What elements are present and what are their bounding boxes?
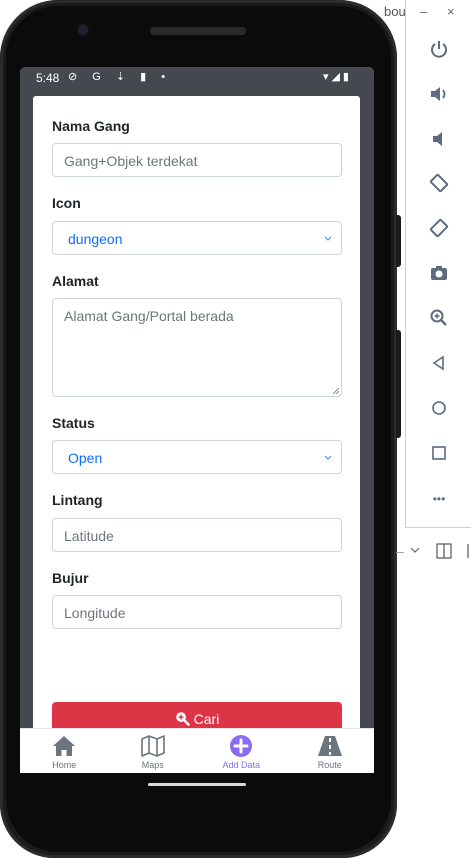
status-bar: 5:48 ⊘ G ⇣ ▮ • ▾◢▮ [20,67,374,88]
device-screen: 5:48 ⊘ G ⇣ ▮ • ▾◢▮ Nama Gang Gang+Objek … [20,67,374,773]
status-select-value: Open [68,450,103,466]
home-indicator[interactable] [148,783,246,786]
tab-maps-label: Maps [141,760,164,770]
emulator-toolbar: – × ••• [405,0,471,528]
form-card: Nama Gang Gang+Objek terdekat Icon dunge… [33,96,360,736]
status-time: 5:48 [36,71,60,85]
system-icons: ▾◢▮ [322,71,352,83]
camera-icon[interactable] [428,262,450,284]
lintang-label: Lintang [52,492,103,508]
back-icon[interactable] [428,352,450,374]
tab-route-label: Route [317,760,342,770]
chevron-down-icon [324,236,332,241]
alamat-textarea[interactable]: Alamat Gang/Portal berada [52,298,342,397]
tab-route[interactable]: Route [286,729,375,773]
overview-icon[interactable] [428,442,450,464]
status-select[interactable]: Open [52,440,342,474]
nama-gang-label: Nama Gang [52,118,130,134]
latitude-input[interactable]: Latitude [52,518,342,552]
tab-add-data-label: Add Data [222,760,261,770]
chevron-down-icon[interactable] [409,543,421,559]
dash-icon: – [396,543,404,559]
search-plus-icon [175,712,190,726]
home-icon [53,736,76,756]
icon-select-value: dungeon [68,231,123,247]
panel-edge-icon [465,543,471,562]
longitude-input[interactable]: Longitude [52,595,342,629]
tab-maps[interactable]: Maps [109,729,198,773]
status-label: Status [52,415,95,431]
close-button[interactable]: × [447,4,455,19]
alamat-label: Alamat [52,273,99,289]
bujur-label: Bujur [52,570,89,586]
longitude-placeholder: Longitude [64,605,126,621]
home-circle-icon[interactable] [428,397,450,419]
earpiece-speaker [150,27,246,35]
bottom-tab-bar: Home Maps Add Data Route [20,728,374,773]
nama-gang-placeholder: Gang+Objek terdekat [64,153,198,169]
more-options-icon[interactable]: ••• [428,488,450,510]
tab-home[interactable]: Home [20,729,109,773]
zoom-icon[interactable] [428,307,450,329]
alamat-placeholder: Alamat Gang/Portal berada [64,308,234,324]
rotate-left-icon[interactable] [428,172,450,194]
icon-label: Icon [52,195,81,211]
window-title-fragment: bou [384,4,406,19]
resize-handle-icon[interactable] [333,388,339,394]
split-view-icon[interactable] [436,543,452,562]
power-icon[interactable] [428,38,450,60]
notification-icons: ⊘ G ⇣ ▮ • [68,71,172,83]
chevron-down-icon [324,455,332,460]
map-icon [140,735,165,757]
volume-up-icon[interactable] [428,83,450,105]
volume-down-icon[interactable] [428,128,450,150]
road-icon [317,736,342,756]
nama-gang-input[interactable]: Gang+Objek terdekat [52,143,342,177]
search-button-label: Cari [193,710,220,727]
front-camera [78,25,88,35]
tab-home-label: Home [52,760,77,770]
power-button [396,330,401,438]
rotate-right-icon[interactable] [428,217,450,239]
tab-add-data[interactable]: Add Data [197,729,286,773]
plus-circle-icon [230,735,253,757]
icon-select[interactable]: dungeon [52,221,342,255]
latitude-placeholder: Latitude [64,528,114,544]
minimize-button[interactable]: – [420,4,427,19]
volume-button [396,215,401,267]
